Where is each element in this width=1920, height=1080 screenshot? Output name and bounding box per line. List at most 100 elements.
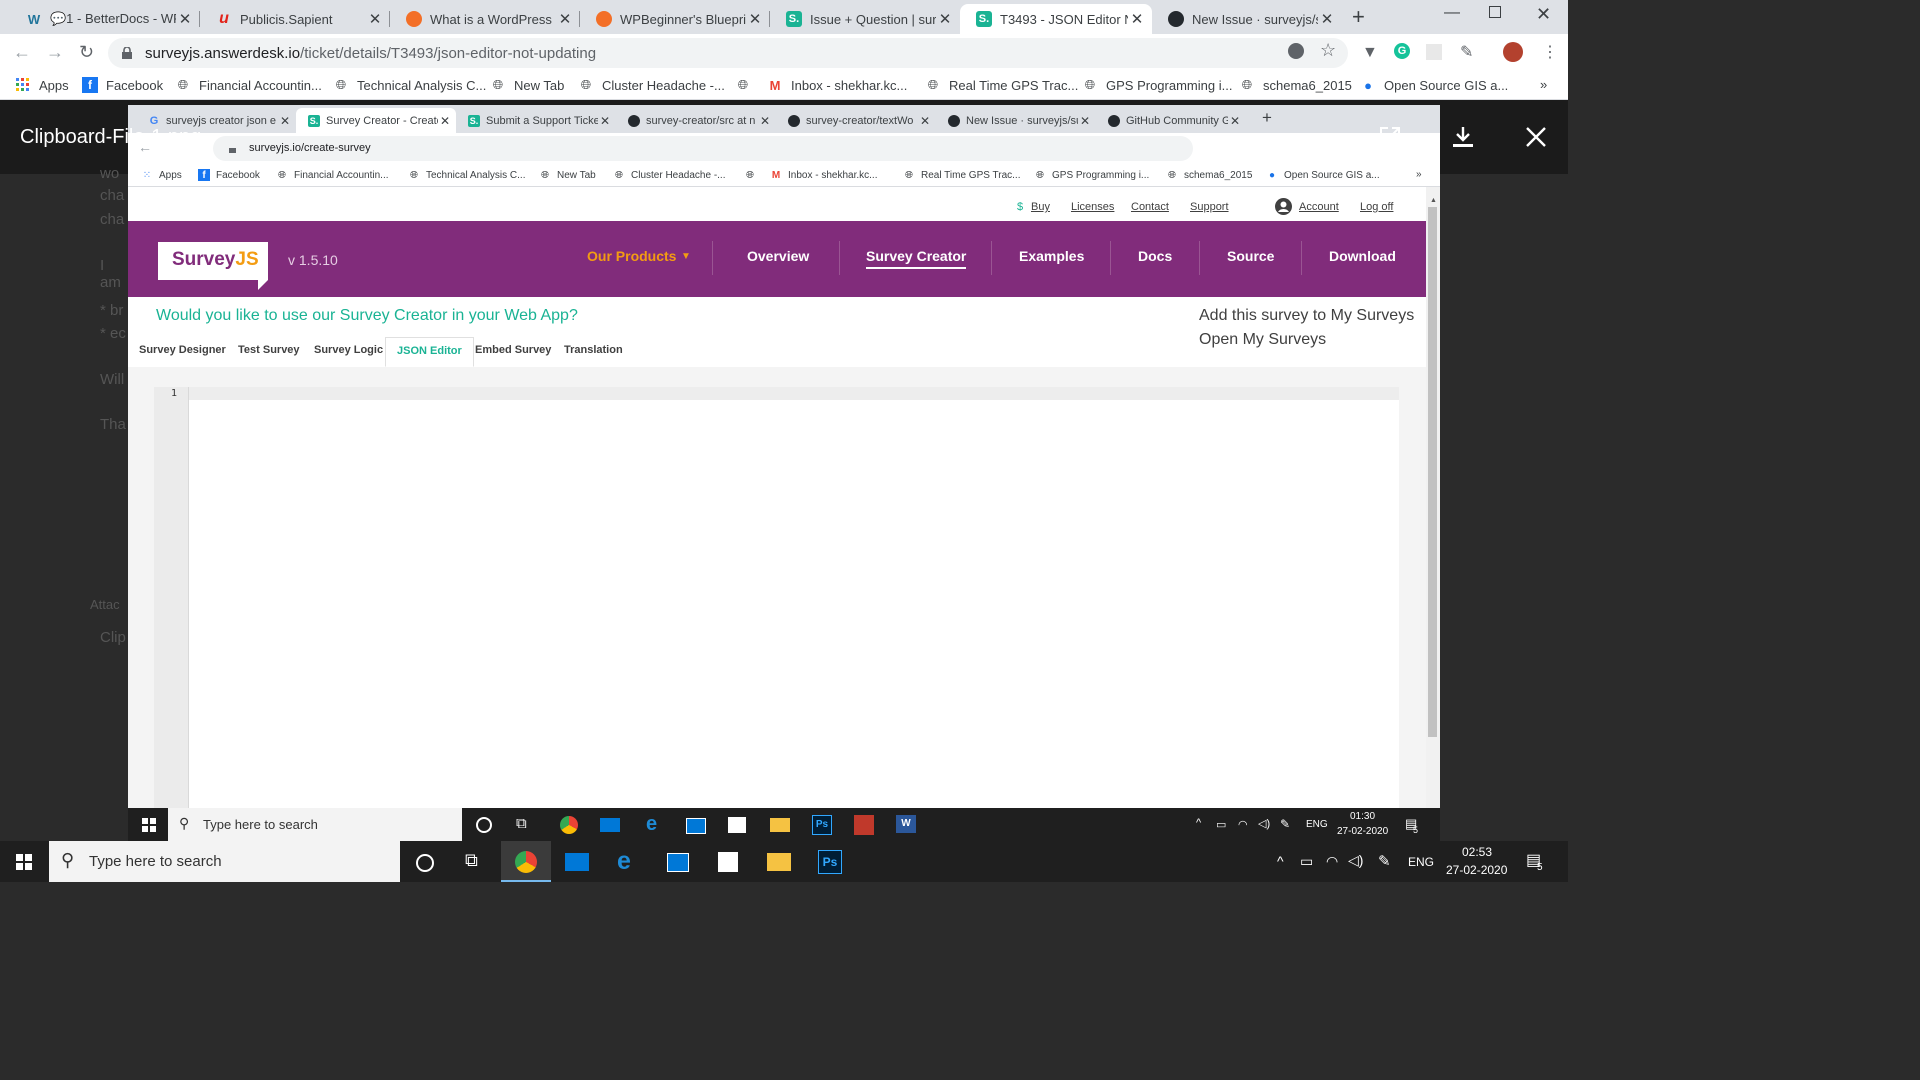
translate-icon[interactable] — [1288, 43, 1304, 59]
tab-title: GitHub Community Gu — [1126, 114, 1228, 127]
clock-time[interactable]: 02:53 — [1462, 845, 1492, 859]
browser-tab[interactable]: What is a WordPress Pl ✕ — [390, 4, 580, 34]
bookmark-item[interactable]: ● Open Source GIS a... — [1360, 77, 1508, 93]
globe-icon: 🌐︎ — [335, 77, 347, 92]
surveyjs-icon: S. — [786, 11, 802, 27]
bookmark-item[interactable]: 🌐︎ New Tab — [490, 77, 565, 93]
bookmark-label: Apps — [159, 169, 182, 181]
search-icon: ⚲ — [61, 850, 75, 870]
wifi-icon[interactable]: ◠ — [1326, 853, 1338, 870]
inner-url: surveyjs.io/create-survey — [249, 142, 371, 154]
photoshop-icon: Ps — [812, 815, 832, 835]
bookmark-apps[interactable]: Apps — [15, 77, 69, 93]
extension-icon[interactable] — [1426, 44, 1442, 60]
globe-icon: 🌐︎ — [615, 169, 623, 181]
browser-tab-active[interactable]: S. T3493 - JSON Editor N ✕ — [960, 4, 1152, 34]
profile-avatar[interactable] — [1503, 42, 1523, 62]
globe-icon: 🌐︎ — [410, 169, 418, 181]
download-icon[interactable] — [1451, 125, 1475, 149]
globe-icon: ● — [1364, 77, 1372, 93]
bookmark-label: Open Source GIS a... — [1284, 169, 1380, 181]
forward-icon[interactable]: → — [46, 42, 64, 63]
close-tab-icon[interactable]: ✕ — [1318, 10, 1336, 28]
close-tab-icon[interactable]: ✕ — [746, 10, 764, 28]
close-window-icon[interactable]: ✕ — [1536, 4, 1551, 25]
eyedropper-icon[interactable]: ✎ — [1460, 42, 1473, 62]
tray-chevron-icon[interactable]: ^ — [1277, 853, 1284, 869]
app-icon[interactable] — [667, 853, 689, 872]
close-tab-icon[interactable]: ✕ — [556, 10, 574, 28]
bookmark-label: Apps — [39, 77, 69, 93]
bookmark-item[interactable]: 🌐︎ Financial Accountin... — [175, 77, 322, 93]
language-indicator: ENG — [1306, 819, 1328, 830]
photoshop-icon[interactable]: Ps — [818, 850, 842, 874]
google-icon: G — [149, 114, 159, 127]
inner-tab-active: S. Survey Creator - Create ✕ — [296, 108, 456, 133]
globe-icon: 🌐︎ — [541, 169, 549, 181]
ghost-text: I am — [100, 257, 121, 291]
maximize-window-icon[interactable] — [1489, 6, 1501, 18]
minimize-window-icon[interactable]: — — [1444, 4, 1460, 22]
edge-icon: e — [646, 813, 658, 835]
overflow-label: » — [1416, 169, 1422, 180]
volume-icon[interactable]: ◁) — [1348, 852, 1363, 869]
bookmark-item[interactable]: 🌐︎ GPS Programming i... — [1082, 77, 1233, 93]
open-in-new-icon[interactable] — [1378, 125, 1402, 149]
mail-icon[interactable] — [565, 853, 589, 871]
browser-tab[interactable]: S. Issue + Question | surv ✕ — [770, 4, 960, 34]
battery-icon[interactable]: ▭ — [1300, 853, 1313, 870]
windows-taskbar: ⚲ Type here to search ⧉ e Ps ^ ▭ ◠ ◁) ✎ … — [0, 841, 1568, 882]
bookmark-item[interactable]: 🌐︎ — [735, 77, 759, 93]
grammarly-icon[interactable]: G — [1394, 43, 1410, 59]
bookmark-item[interactable]: 🌐︎ Real Time GPS Trac... — [925, 77, 1079, 93]
clock-date[interactable]: 27-02-2020 — [1446, 863, 1507, 877]
cortana-icon[interactable] — [416, 854, 434, 872]
bookmark-item[interactable]: 🌐︎ Cluster Headache -... — [578, 77, 725, 93]
browser-tab[interactable]: W 💬1 - BetterDocs - WP ✕ — [10, 4, 200, 34]
bookmark-star-icon[interactable]: ☆ — [1320, 40, 1336, 61]
task-view-icon[interactable]: ⧉ — [465, 850, 478, 871]
bookmark-label: Facebook — [216, 169, 260, 181]
store-icon[interactable] — [718, 852, 738, 872]
tab-test-survey: Test Survey — [238, 344, 300, 356]
ghost-text: Will — [100, 371, 125, 388]
globe-icon: 🌐︎ — [905, 169, 913, 181]
bookmark-item[interactable]: 🌐︎ schema6_2015 — [1239, 77, 1352, 93]
address-field[interactable]: surveyjs.answerdesk.io/ticket/details/T3… — [108, 38, 1348, 68]
bookmark-facebook[interactable]: f Facebook — [82, 77, 163, 93]
chrome-menu-icon[interactable]: ⋮ — [1542, 42, 1558, 62]
close-viewer-icon[interactable] — [1525, 126, 1547, 148]
nav-our-products: Our Products — [587, 248, 677, 264]
nav-source: Source — [1227, 248, 1275, 264]
close-tab-icon[interactable]: ✕ — [1128, 10, 1146, 28]
file-explorer-icon[interactable] — [767, 853, 791, 871]
bookmark-item[interactable]: 🌐︎ Technical Analysis C... — [333, 77, 487, 93]
edge-icon[interactable]: e — [617, 847, 631, 876]
taskbar-search-box[interactable]: ⚲ Type here to search — [49, 841, 400, 882]
language-indicator[interactable]: ENG — [1408, 855, 1434, 869]
back-icon[interactable]: ← — [13, 42, 31, 63]
browser-tab[interactable]: WPBeginner's Blueprin ✕ — [580, 4, 770, 34]
tab-title: WPBeginner's Blueprin — [620, 11, 746, 27]
bookmarks-overflow[interactable]: » — [1540, 77, 1547, 92]
close-tab-icon[interactable]: ✕ — [936, 10, 954, 28]
pen-icon[interactable]: ✎ — [1378, 852, 1391, 870]
screenshot-image: Gsurveyjs creator json e ✕ S. Survey Creat… — [128, 105, 1440, 841]
close-tab-icon[interactable]: ✕ — [176, 10, 194, 28]
browser-tab[interactable]: New Issue · surveyjs/su ✕ — [1152, 4, 1342, 34]
browser-tab[interactable]: u Publicis.Sapient ✕ — [200, 4, 390, 34]
chrome-taskbar-button[interactable] — [501, 841, 551, 882]
github-icon — [948, 114, 960, 127]
account-link: Account — [1299, 201, 1339, 213]
new-tab-button[interactable]: + — [1352, 4, 1365, 30]
file-explorer-icon — [770, 818, 790, 832]
bookmark-label: Open Source GIS a... — [1384, 77, 1509, 93]
reload-icon[interactable]: ↻ — [79, 42, 94, 63]
extension-vpn-icon[interactable]: ▼ — [1362, 44, 1378, 62]
inner-bookmark: 🌐︎ schema6_2015 — [1166, 169, 1252, 181]
bookmark-gmail[interactable]: M Inbox - shekhar.kc... — [767, 77, 908, 93]
cortana-icon — [476, 817, 492, 833]
active-line — [189, 387, 1399, 400]
windows-start-icon[interactable] — [16, 854, 32, 870]
close-tab-icon[interactable]: ✕ — [366, 10, 384, 28]
